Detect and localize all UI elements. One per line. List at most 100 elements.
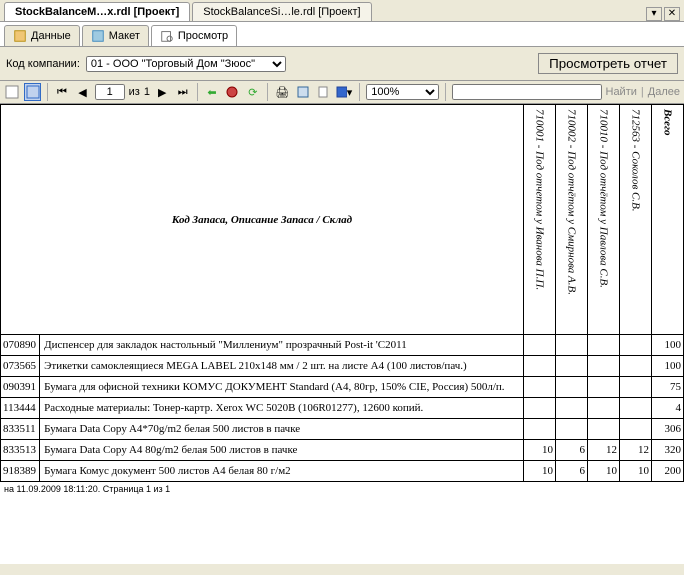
cell-value: 6	[556, 440, 588, 461]
page-input[interactable]	[95, 84, 125, 100]
table-row: 070890Диспенсер для закладок настольный …	[1, 335, 684, 356]
cell-code: 833511	[1, 419, 40, 440]
layout-icon	[91, 29, 105, 43]
cell-code: 090391	[1, 377, 40, 398]
cell-value	[620, 335, 652, 356]
cell-total: 100	[652, 335, 684, 356]
cell-value	[588, 335, 620, 356]
report-footer: на 11.09.2009 18:11:20. Страница 1 из 1	[0, 482, 684, 496]
cell-value: 10	[588, 461, 620, 482]
cell-total: 75	[652, 377, 684, 398]
view-report-button[interactable]: Просмотреть отчет	[538, 53, 678, 74]
page-of-label: из	[129, 86, 140, 98]
cell-value	[524, 419, 556, 440]
cell-value	[556, 377, 588, 398]
cell-total: 200	[652, 461, 684, 482]
file-tab-2[interactable]: StockBalanceSi…le.rdl [Проект]	[192, 2, 371, 21]
close-icon[interactable]: ✕	[664, 7, 680, 21]
cell-value	[620, 398, 652, 419]
report-toolbar: ⏮ ◀ из 1 ▶ ⏭ ⬅ ⟳ 🖨 ▾ 100% Найти | Далее	[0, 81, 684, 104]
cell-value: 6	[556, 461, 588, 482]
table-row: 073565Этикетки самоклеящиеся MEGA LABEL …	[1, 356, 684, 377]
preview-icon	[160, 29, 174, 43]
cell-value	[556, 419, 588, 440]
cell-value	[588, 356, 620, 377]
cell-value: 10	[524, 461, 556, 482]
cell-total: 306	[652, 419, 684, 440]
cell-value	[524, 377, 556, 398]
col-header-0: 710001 - Под отчетом у Иванова П.П.	[524, 105, 556, 335]
cell-value	[588, 419, 620, 440]
cell-desc: Диспенсер для закладок настольный "Милле…	[40, 335, 524, 356]
col-header-2: 710010 - Под отчётом у Павлова С.В.	[588, 105, 620, 335]
page-total: 1	[144, 86, 150, 98]
cell-value	[556, 356, 588, 377]
window-menu-icon[interactable]: ▾	[646, 7, 662, 21]
cell-code: 833513	[1, 440, 40, 461]
cell-total: 100	[652, 356, 684, 377]
report-table: Код Запаса, Описание Запаса / Склад 7100…	[0, 104, 684, 482]
col-header-1: 710002 - Под отчётом у Смирнова А.В.	[556, 105, 588, 335]
back-icon[interactable]: ⬅	[204, 83, 220, 101]
file-tab-1[interactable]: StockBalanceM…x.rdl [Проект]	[4, 2, 190, 21]
cell-value	[556, 398, 588, 419]
table-row: 113444Расходные материалы: Тонер-картр. …	[1, 398, 684, 419]
page-setup-icon[interactable]	[315, 83, 331, 101]
cell-code: 070890	[1, 335, 40, 356]
find-button[interactable]: Найти	[606, 86, 637, 98]
inner-tabs: Данные Макет Просмотр	[0, 22, 684, 47]
cell-value	[588, 398, 620, 419]
cell-value	[588, 377, 620, 398]
cell-desc: Бумага Data Copy A4 80g/m2 белая 500 лис…	[40, 440, 524, 461]
cell-value	[556, 335, 588, 356]
table-row: 833511Бумага Data Copy A4*70g/m2 белая 5…	[1, 419, 684, 440]
file-tabs: StockBalanceM…x.rdl [Проект] StockBalanc…	[0, 0, 684, 22]
stop-icon[interactable]	[224, 83, 240, 101]
cell-desc: Расходные материалы: Тонер-картр. Xerox …	[40, 398, 524, 419]
prev-page-icon[interactable]: ◀	[74, 83, 90, 101]
table-row: 918389Бумага Комус документ 500 листов А…	[1, 461, 684, 482]
zoom-select[interactable]: 100%	[366, 84, 438, 100]
table-row: 833513Бумага Data Copy A4 80g/m2 белая 5…	[1, 440, 684, 461]
cell-desc: Этикетки самоклеящиеся MEGA LABEL 210х14…	[40, 356, 524, 377]
zoom-mode-icon[interactable]	[24, 83, 40, 101]
cell-value: 10	[524, 440, 556, 461]
cell-value	[524, 398, 556, 419]
cell-desc: Бумага Data Copy A4*70g/m2 белая 500 лис…	[40, 419, 524, 440]
filter-row: Код компании: 01 - ООО "Торговый Дом "Зю…	[0, 47, 684, 81]
next-page-icon[interactable]: ▶	[154, 83, 170, 101]
cell-value	[620, 419, 652, 440]
data-icon	[13, 29, 27, 43]
company-label: Код компании:	[6, 58, 80, 70]
tab-data[interactable]: Данные	[4, 25, 80, 46]
col-header-total: Всего	[652, 105, 684, 335]
cell-total: 320	[652, 440, 684, 461]
cell-code: 113444	[1, 398, 40, 419]
cell-value	[524, 356, 556, 377]
cell-value	[620, 356, 652, 377]
cell-code: 073565	[1, 356, 40, 377]
find-input[interactable]	[452, 84, 602, 100]
cell-value: 12	[620, 440, 652, 461]
report-viewer[interactable]: Код Запаса, Описание Запаса / Склад 7100…	[0, 104, 684, 564]
print-icon[interactable]: 🖨	[274, 83, 290, 101]
last-page-icon[interactable]: ⏭	[174, 83, 190, 101]
table-row: 090391Бумага для офисной техники КОМУС Д…	[1, 377, 684, 398]
cell-value	[524, 335, 556, 356]
refresh-icon[interactable]: ⟳	[245, 83, 261, 101]
cell-desc: Бумага для офисной техники КОМУС ДОКУМЕН…	[40, 377, 524, 398]
find-next-button[interactable]: Далее	[648, 86, 680, 98]
print-layout-icon[interactable]	[294, 83, 310, 101]
cell-value: 10	[620, 461, 652, 482]
tab-layout[interactable]: Макет	[82, 25, 149, 46]
cell-desc: Бумага Комус документ 500 листов А4 бела…	[40, 461, 524, 482]
cell-code: 918389	[1, 461, 40, 482]
first-page-icon[interactable]: ⏮	[54, 83, 70, 101]
tab-preview[interactable]: Просмотр	[151, 25, 237, 46]
export-icon[interactable]: ▾	[335, 83, 353, 101]
cell-value: 12	[588, 440, 620, 461]
col-header-3: 712563 - Соколов С.В.	[620, 105, 652, 335]
cell-total: 4	[652, 398, 684, 419]
doc-map-icon[interactable]	[4, 83, 20, 101]
company-select[interactable]: 01 - ООО "Торговый Дом "Зюос"	[86, 56, 286, 72]
